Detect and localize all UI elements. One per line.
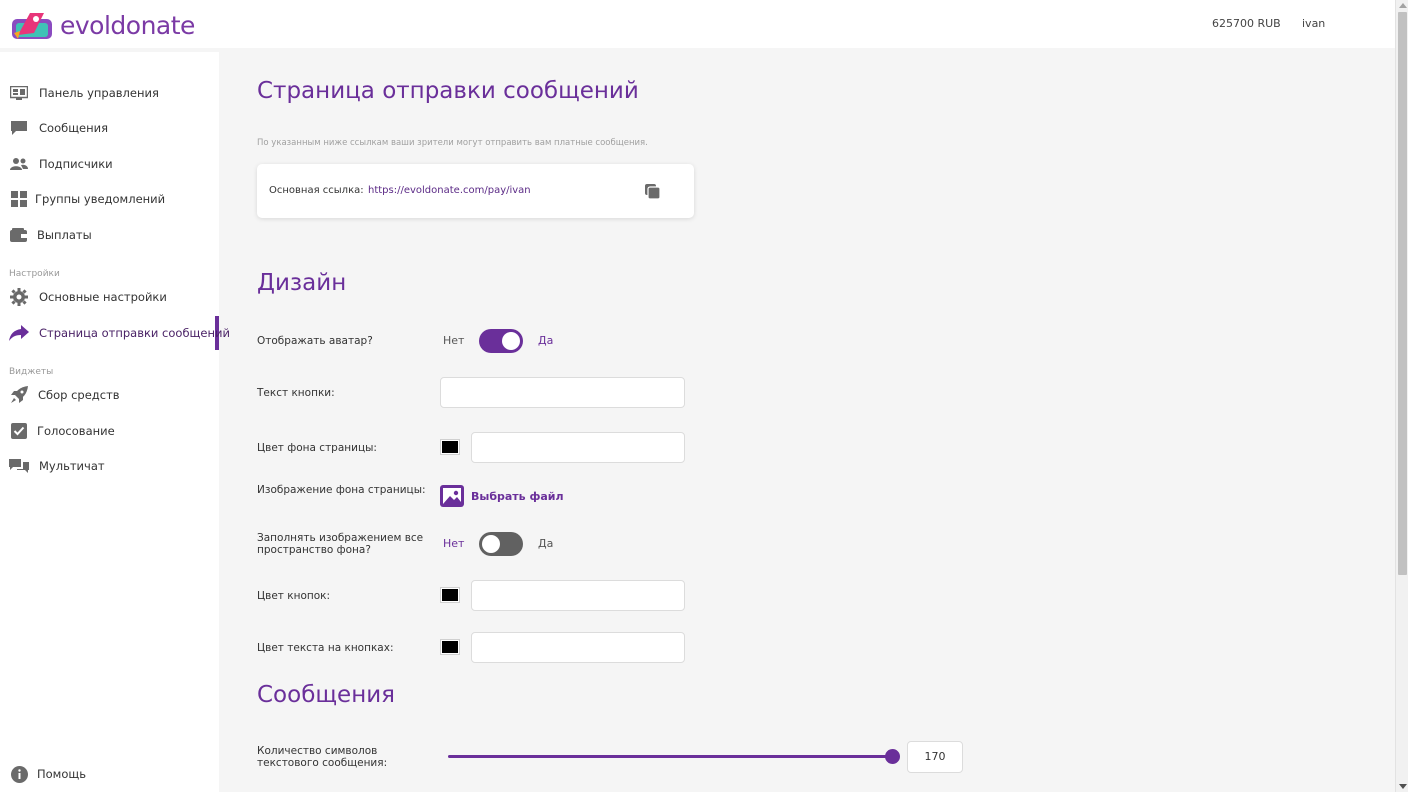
swatch-fill — [442, 641, 458, 653]
design-heading: Дизайн — [257, 270, 347, 296]
sidebar-item-subscribers[interactable]: Подписчики — [0, 147, 219, 181]
bg-image-label: Изображение фона страницы: — [257, 484, 426, 496]
grid-icon — [9, 189, 29, 209]
settings-section-label: Настройки — [9, 269, 60, 279]
bg-color-input[interactable] — [471, 432, 685, 463]
toggle-yes-label: Да — [538, 334, 554, 347]
sidebar-item-messages[interactable]: Сообщения — [0, 111, 219, 145]
button-color-input[interactable] — [471, 580, 685, 611]
char-count-label: Количество символов текстового сообщения… — [257, 745, 388, 769]
copy-icon[interactable] — [644, 183, 662, 201]
multichat-icon — [9, 456, 29, 476]
logo-text: evoldonate — [60, 10, 195, 40]
toggle-no-label: Нет — [443, 537, 465, 550]
button-text-color-swatch[interactable] — [440, 639, 460, 655]
share-icon — [9, 323, 29, 343]
choose-file-button[interactable]: Выбрать файл — [440, 485, 564, 507]
rocket-icon — [9, 385, 29, 405]
sidebar-item-label: Помощь — [37, 767, 87, 781]
sidebar-item-label: Панель управления — [39, 86, 159, 100]
swatch-fill — [442, 589, 458, 601]
checkbox-icon — [9, 421, 29, 441]
gear-icon — [9, 287, 29, 307]
sidebar-item-label: Сообщения — [39, 121, 109, 135]
wallet-icon — [9, 225, 29, 245]
messages-heading: Сообщения — [257, 682, 396, 708]
bg-color-swatch[interactable] — [440, 439, 460, 455]
sidebar-item-help[interactable]: Помощь — [0, 757, 219, 791]
button-color-label: Цвет кнопок: — [257, 590, 331, 602]
sidebar-item-notification-groups[interactable]: Группы уведомлений — [0, 182, 219, 216]
top-bar: evoldonate 625700 RUB ivan — [0, 0, 1395, 48]
show-avatar-label: Отображать аватар? — [257, 335, 373, 347]
balance-display: 625700 RUB — [1212, 17, 1281, 30]
donation-link[interactable]: https://evoldonate.com/pay/ivan — [368, 185, 531, 196]
user-menu[interactable]: ivan — [1302, 17, 1325, 30]
link-label: Основная ссылка: — [269, 185, 364, 196]
sidebar-item-label: Голосование — [37, 424, 115, 438]
page-title: Страница отправки сообщений — [257, 78, 639, 104]
toggle-knob — [482, 535, 500, 553]
choose-file-label: Выбрать файл — [471, 489, 564, 503]
char-count-value[interactable]: 170 — [907, 741, 963, 773]
sidebar-item-label: Группы уведомлений — [35, 192, 166, 206]
slider-track — [448, 755, 892, 758]
fill-bg-toggle[interactable] — [479, 532, 523, 556]
button-text-color-label: Цвет текста на кнопках: — [257, 642, 394, 654]
users-icon — [9, 154, 29, 174]
button-text-input[interactable] — [440, 377, 685, 408]
sidebar-item-label: Подписчики — [39, 157, 113, 171]
info-icon — [9, 764, 29, 784]
swatch-fill — [442, 441, 458, 453]
widgets-section-label: Виджеты — [9, 367, 54, 377]
char-count-slider[interactable] — [448, 749, 900, 764]
scroll-thumb[interactable] — [1398, 12, 1407, 575]
button-text-color-input[interactable] — [471, 632, 685, 663]
sidebar-item-message-page[interactable]: Страница отправки сообщений — [0, 316, 230, 350]
fill-bg-label: Заполнять изображением все пространство … — [257, 532, 424, 556]
sidebar-item-payouts[interactable]: Выплаты — [0, 218, 219, 252]
sidebar-item-dashboard[interactable]: Панель управления — [0, 76, 219, 110]
button-color-swatch[interactable] — [440, 587, 460, 603]
image-icon — [440, 485, 464, 507]
toggle-yes-label: Да — [538, 537, 554, 550]
sidebar-item-label: Основные настройки — [39, 290, 167, 304]
sidebar-item-main-settings[interactable]: Основные настройки — [0, 280, 219, 314]
sidebar-item-label: Мультичат — [39, 459, 105, 473]
main-content: Страница отправки сообщений По указанным… — [219, 48, 1395, 792]
vertical-scrollbar[interactable] — [1395, 0, 1408, 792]
toggle-knob — [502, 332, 520, 350]
button-text-label: Текст кнопки: — [257, 387, 335, 399]
link-card: Основная ссылка: https://evoldonate.com/… — [257, 164, 694, 218]
sidebar-item-multichat[interactable]: Мультичат — [0, 449, 219, 483]
dashboard-icon — [9, 83, 29, 103]
sidebar-item-voting[interactable]: Голосование — [0, 414, 219, 448]
scroll-up-arrow[interactable] — [1399, 3, 1407, 8]
scroll-down-arrow[interactable] — [1399, 784, 1407, 789]
bg-color-label: Цвет фона страницы: — [257, 442, 377, 454]
sidebar-item-label: Страница отправки сообщений — [39, 326, 230, 340]
show-avatar-toggle[interactable] — [479, 329, 523, 353]
rocket-logo-icon — [12, 13, 52, 39]
sidebar-item-label: Сбор средств — [38, 388, 120, 402]
slider-thumb[interactable] — [885, 749, 900, 764]
toggle-no-label: Нет — [443, 334, 465, 347]
chat-icon — [9, 118, 29, 138]
logo[interactable]: evoldonate — [10, 9, 195, 41]
page-hint: По указанным ниже ссылкам ваши зрители м… — [257, 138, 648, 148]
sidebar: Панель управления Сообщения Подписчики Г… — [0, 52, 230, 792]
sidebar-item-label: Выплаты — [37, 228, 92, 242]
sidebar-item-fundraising[interactable]: Сбор средств — [0, 378, 219, 412]
